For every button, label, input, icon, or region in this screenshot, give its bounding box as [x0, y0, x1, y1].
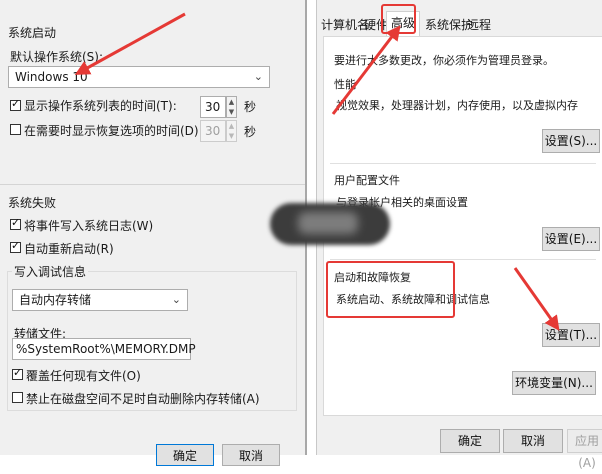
- arrow-to-advanced-tab: [331, 25, 401, 115]
- arrow-to-default-os: [74, 12, 186, 75]
- annotation-arrows: [74, 12, 560, 331]
- arrow-to-startup-settings: [513, 267, 560, 331]
